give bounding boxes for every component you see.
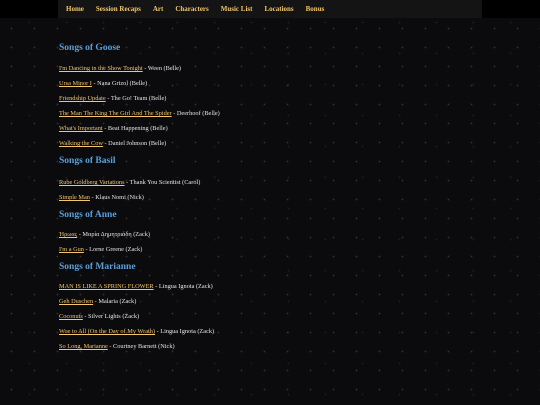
nav-music-list[interactable]: Music List: [221, 5, 253, 13]
song-item: Ursa Minor I - Nana Grizol (Belle): [59, 80, 479, 88]
song-item: What's Important - Beat Happening (Belle…: [59, 125, 479, 133]
song-link[interactable]: Geh Duschen: [59, 298, 93, 305]
main-content: Songs of Goose I'm Dancing in the Show T…: [59, 42, 479, 358]
nav-locations[interactable]: Locations: [264, 5, 293, 13]
song-link[interactable]: Rube Goldberg Variations: [59, 179, 125, 186]
song-item: Geh Duschen - Malaria (Zack): [59, 298, 479, 306]
song-link[interactable]: What's Important: [59, 125, 103, 132]
song-detail: - Lingua Ignota (Zack): [155, 328, 215, 335]
nav-bonus[interactable]: Bonus: [306, 5, 325, 13]
song-detail: - The Go! Team (Belle): [105, 95, 167, 102]
song-item: Rube Goldberg Variations - Thank You Sci…: [59, 179, 479, 187]
song-link[interactable]: Ursa Minor I: [59, 80, 92, 87]
song-link[interactable]: Woe to All (On the Day of My Wrath): [59, 328, 155, 335]
section-title: Songs of Marianne: [59, 262, 136, 272]
song-item: Friendship Update - The Go! Team (Belle): [59, 95, 479, 103]
song-link[interactable]: I'm a Gun: [59, 246, 84, 253]
song-detail: - Lingua Ignota (Zack): [153, 283, 213, 290]
song-detail: - Nana Grizol (Belle): [91, 80, 148, 87]
song-detail: - Deerhoof (Belle): [171, 110, 220, 117]
section-songs-of-anne: Songs of Anne Ήρωας - Μαρία Δημητριάδη (…: [59, 209, 479, 254]
song-item: I'm Dancing in the Show Tonight - Ween (…: [59, 65, 479, 73]
section-title: Songs of Goose: [59, 43, 121, 53]
nav-menu: Home Session Recaps Art Characters Music…: [58, 0, 482, 18]
nav-art[interactable]: Art: [153, 5, 164, 13]
song-link[interactable]: The Man The King The Girl And The Spider: [59, 110, 172, 117]
song-detail: - Μαρία Δημητριάδη (Zack): [77, 231, 150, 238]
nav-session-recaps[interactable]: Session Recaps: [96, 5, 141, 13]
song-item: I'm a Gun - Lorne Greene (Zack): [59, 246, 479, 254]
song-item: Woe to All (On the Day of My Wrath) - Li…: [59, 328, 479, 336]
song-detail: - Courtney Barnett (Nick): [107, 343, 175, 350]
song-link[interactable]: Ήρωας: [59, 231, 77, 238]
song-item: The Man The King The Girl And The Spider…: [59, 110, 479, 118]
song-link[interactable]: Friendship Update: [59, 95, 106, 102]
song-detail: - Daniel Johnson (Belle): [102, 140, 167, 147]
song-item: Coconuts - Silver Lights (Zack): [59, 313, 479, 321]
section-title: Songs of Anne: [59, 210, 117, 220]
song-detail: - Ween (Belle): [142, 65, 182, 72]
song-item: MAN IS LIKE A SPRING FLOWER - Lingua Ign…: [59, 283, 479, 291]
song-link[interactable]: Coconuts: [59, 313, 83, 320]
song-link[interactable]: I'm Dancing in the Show Tonight: [59, 65, 143, 72]
song-detail: - Thank You Scientist (Carol): [124, 179, 201, 186]
nav-home[interactable]: Home: [66, 5, 84, 13]
song-item: Simple Man - Klaus Nomi (Nick): [59, 194, 479, 202]
song-detail: - Silver Lights (Zack): [82, 313, 140, 320]
top-navbar: Home Session Recaps Art Characters Music…: [0, 0, 540, 18]
song-link[interactable]: Simple Man: [59, 194, 90, 201]
nav-characters[interactable]: Characters: [175, 5, 208, 13]
song-link[interactable]: MAN IS LIKE A SPRING FLOWER: [59, 283, 154, 290]
song-item: Ήρωας - Μαρία Δημητριάδη (Zack): [59, 231, 479, 239]
song-detail: - Beat Happening (Belle): [102, 125, 168, 132]
section-songs-of-goose: Songs of Goose I'm Dancing in the Show T…: [59, 42, 479, 148]
song-item: Walking the Cow - Daniel Johnson (Belle): [59, 140, 479, 148]
section-songs-of-basil: Songs of Basil Rube Goldberg Variations …: [59, 155, 479, 202]
song-detail: - Malaria (Zack): [93, 298, 137, 305]
song-link[interactable]: Walking the Cow: [59, 140, 103, 147]
song-detail: - Klaus Nomi (Nick): [89, 194, 144, 201]
section-songs-of-marianne: Songs of Marianne MAN IS LIKE A SPRING F…: [59, 261, 479, 351]
section-title: Songs of Basil: [59, 156, 116, 166]
song-link[interactable]: So Long, Marianne: [59, 343, 108, 350]
song-detail: - Lorne Greene (Zack): [83, 246, 143, 253]
song-item: So Long, Marianne - Courtney Barnett (Ni…: [59, 343, 479, 351]
